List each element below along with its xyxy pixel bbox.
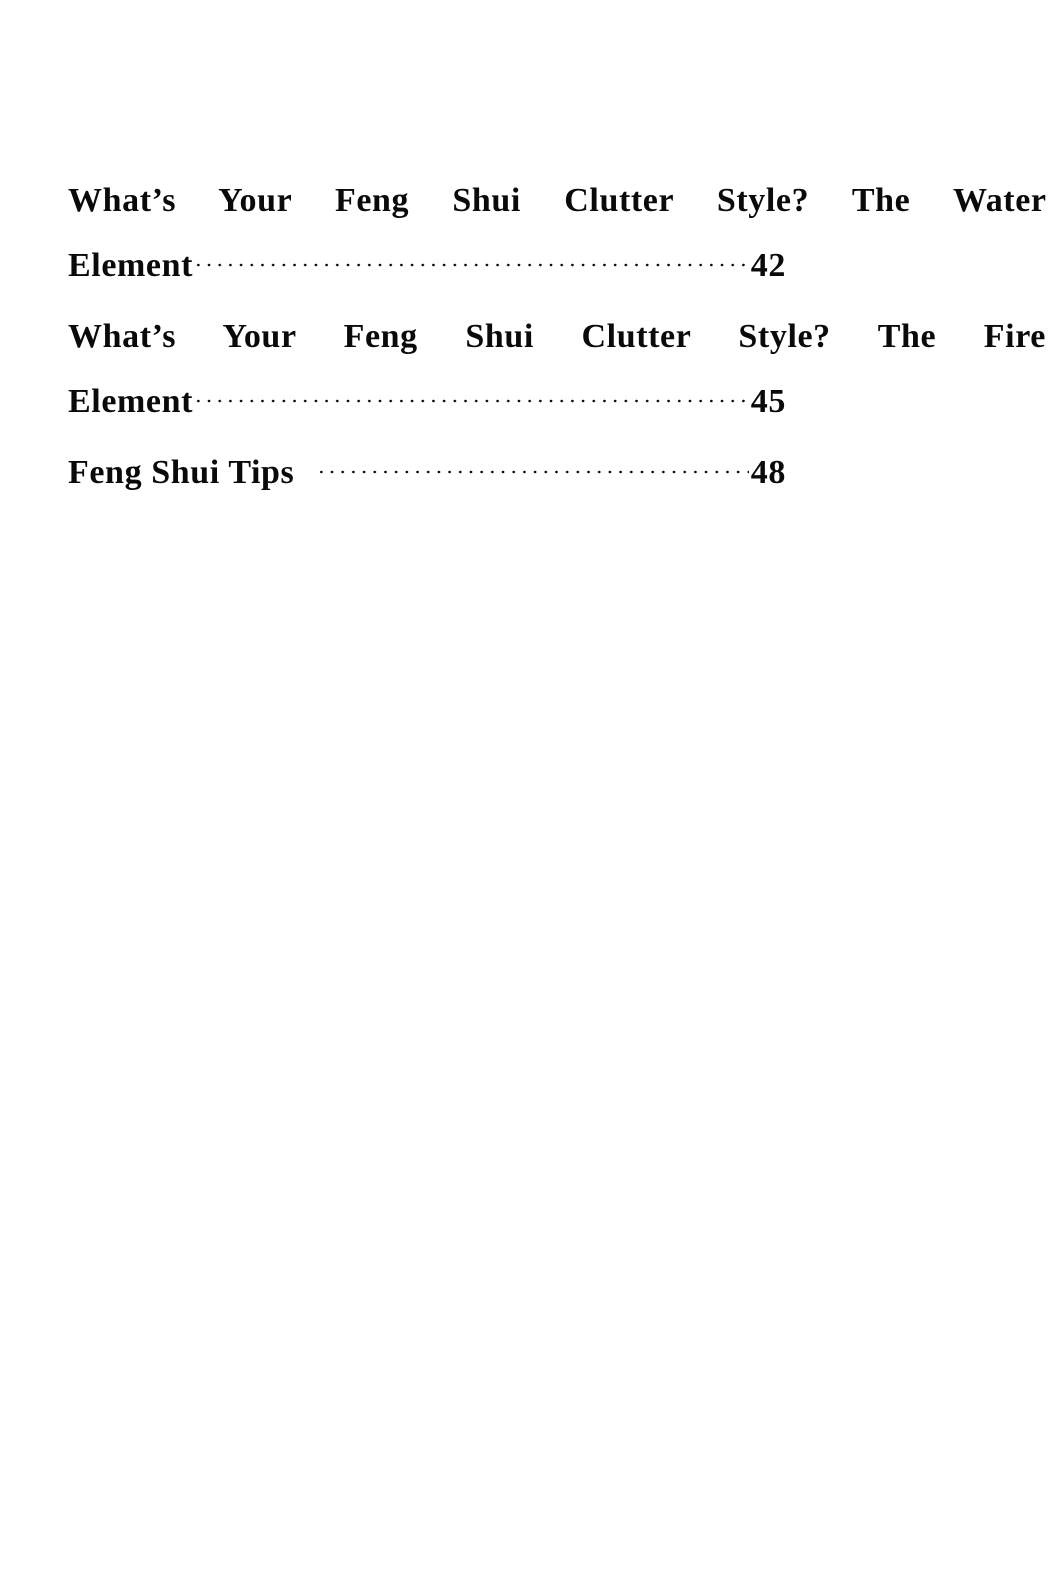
toc-entry[interactable]: What’s Your Feng Shui Clutter Style? The… (68, 168, 1046, 298)
toc-leader-row: Element 45 (68, 369, 786, 434)
toc-page-number[interactable]: 45 (749, 369, 786, 434)
toc-entry[interactable]: What’s Your Feng Shui Clutter Style? The… (68, 304, 1046, 434)
toc-page-number[interactable]: 42 (749, 233, 786, 298)
toc-entry-tail: Element 42 (68, 233, 786, 298)
table-of-contents: What’s Your Feng Shui Clutter Style? The… (68, 168, 1046, 505)
dot-leader (193, 378, 749, 412)
toc-leader-row: Element 42 (68, 233, 786, 298)
dot-leader (316, 449, 749, 483)
toc-leader-row: Feng Shui Tips 48 (68, 440, 786, 505)
toc-entry-title: What’s Your Feng Shui Clutter Style? The… (68, 182, 1046, 219)
toc-entry-title-continuation: Element (68, 383, 194, 420)
toc-entry-title-continuation: Element (68, 247, 194, 284)
toc-entry-title: What’s Your Feng Shui Clutter Style? The… (68, 318, 1046, 355)
toc-entry-title: Feng Shui Tips (68, 454, 304, 491)
document-page: What’s Your Feng Shui Clutter Style? The… (0, 0, 1059, 1589)
toc-page-number[interactable]: 48 (749, 440, 786, 505)
toc-entry-tail: Element 45 (68, 369, 786, 434)
toc-entry-tail: Feng Shui Tips 48 (68, 440, 786, 505)
dot-leader (193, 242, 749, 276)
toc-entry[interactable]: Feng Shui Tips 48 (68, 440, 1046, 505)
